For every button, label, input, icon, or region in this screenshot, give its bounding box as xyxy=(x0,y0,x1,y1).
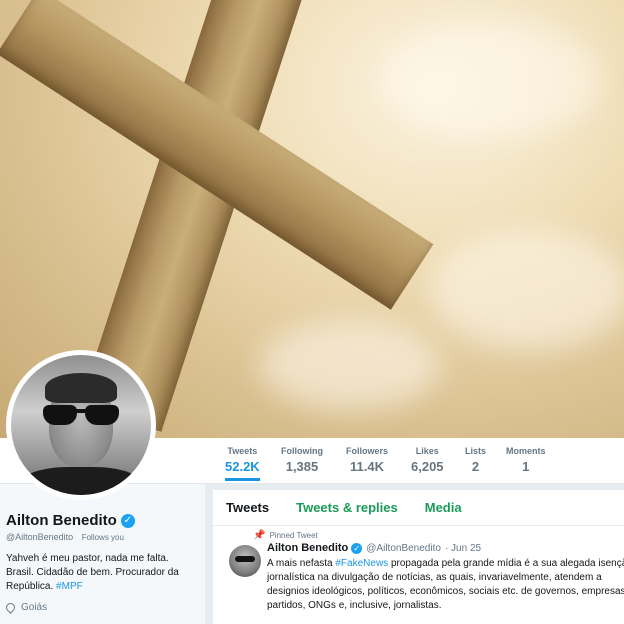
tweet-text: A mais nefasta #FakeNews propagada pela … xyxy=(267,557,624,613)
bio-line: Brasil. Cidadão de bem. Procurador da xyxy=(6,567,179,578)
stat-value: 1,385 xyxy=(285,459,319,474)
verified-badge-icon: ✓ xyxy=(120,513,135,528)
pinned-label-text: Pinned Tweet xyxy=(269,531,318,540)
profile-handle-row: @AiltonBenedito Follows you xyxy=(6,532,124,542)
profile-name-row: Ailton Benedito ✓ xyxy=(6,512,135,529)
stat-likes[interactable]: Likes 6,205 xyxy=(411,446,444,474)
stat-label: Lists xyxy=(465,446,487,456)
stat-value: 52.2K xyxy=(225,459,260,474)
profile-handle[interactable]: @AiltonBenedito xyxy=(6,532,73,542)
tweet-line-first: A mais nefasta #FakeNews propagada pela … xyxy=(267,557,624,571)
avatar-photo xyxy=(11,355,151,495)
stat-label: Likes xyxy=(415,446,439,456)
stat-lists[interactable]: Lists 2 xyxy=(465,446,486,474)
stat-label: Tweets xyxy=(227,446,258,456)
tab-tweets[interactable]: Tweets xyxy=(226,500,269,515)
stat-label: Followers xyxy=(346,446,389,456)
tweet-author-name[interactable]: Ailton Benedito xyxy=(267,542,348,554)
tweet-header: Ailton Benedito ✓ @AiltonBenedito · Jun … xyxy=(267,542,481,554)
tweet-line: jornalística na divulgação de notícias, … xyxy=(267,572,602,583)
tab-tweets-replies[interactable]: Tweets & replies xyxy=(296,500,398,515)
tweets-panel: Tweets Tweets & replies Media 📌 Pinned T… xyxy=(213,490,624,624)
stat-value: 11.4K xyxy=(350,459,384,474)
bio-hashtag-link[interactable]: #MPF xyxy=(56,581,83,592)
sunglasses xyxy=(41,405,121,427)
location-text: Goiás xyxy=(21,602,48,613)
tweet-text-suffix: propagada pela grande mídia é a sua aleg… xyxy=(388,558,624,569)
pin-icon: 📌 xyxy=(253,530,266,541)
tweet-text-prefix: A mais nefasta xyxy=(267,558,336,569)
stat-tweets[interactable]: Tweets 52.2K xyxy=(225,446,260,481)
stat-value: 1 xyxy=(522,459,530,474)
stat-followers[interactable]: Followers 11.4K xyxy=(346,446,388,474)
stat-value: 2 xyxy=(471,459,480,474)
follows-you-badge: Follows you xyxy=(81,533,124,542)
tweet-line: partidos, ONGs e, inclusive, jornalistas… xyxy=(267,600,442,611)
bio-line: Yahveh é meu pastor, nada me falta. xyxy=(6,553,169,564)
stat-label: Moments xyxy=(506,446,546,456)
profile-avatar[interactable] xyxy=(6,350,156,500)
timeline-tabs: Tweets Tweets & replies Media xyxy=(213,490,624,526)
profile-card: Ailton Benedito ✓ @AiltonBenedito Follow… xyxy=(0,484,205,624)
tweet-date[interactable]: · Jun 25 xyxy=(445,543,481,554)
stat-label: Following xyxy=(281,446,323,456)
bio-line: República. xyxy=(6,581,54,592)
profile-bio: Yahveh é meu pastor, nada me falta. Bras… xyxy=(6,552,196,594)
stat-following[interactable]: Following 1,385 xyxy=(281,446,323,474)
stat-value: 6,205 xyxy=(411,459,444,474)
tweet-line: designios ideológicos, políticos, econôm… xyxy=(267,586,624,597)
profile-name[interactable]: Ailton Benedito xyxy=(6,512,117,529)
tweet-hashtag-link[interactable]: #FakeNews xyxy=(335,558,388,569)
tweet-author-handle[interactable]: @AiltonBenedito xyxy=(366,543,441,554)
tweet-avatar[interactable] xyxy=(229,545,261,577)
location-pin-icon xyxy=(4,601,17,614)
verified-badge-icon: ✓ xyxy=(351,542,363,554)
stat-moments[interactable]: Moments 1 xyxy=(506,446,546,474)
pinned-tweet-label: 📌 Pinned Tweet xyxy=(253,530,318,541)
tab-media[interactable]: Media xyxy=(425,500,462,515)
profile-location: Goiás xyxy=(4,601,48,614)
